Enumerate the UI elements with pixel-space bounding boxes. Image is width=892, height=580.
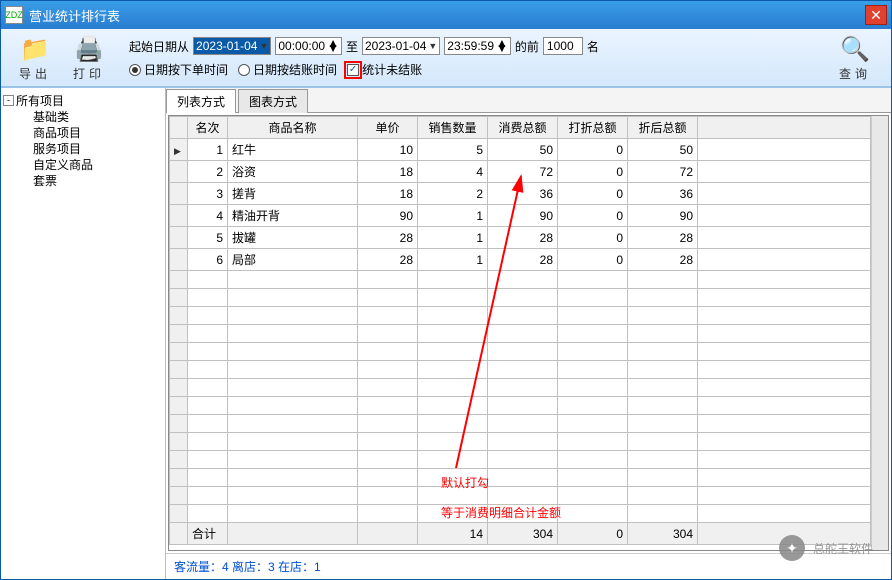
radio-icon bbox=[129, 64, 141, 76]
top-n-input[interactable]: 1000 bbox=[543, 37, 583, 55]
empty-row bbox=[170, 505, 871, 523]
titlebar: ZDZ 营业统计排行表 ✕ bbox=[1, 1, 891, 29]
tree-item[interactable]: 服务项目 bbox=[3, 141, 163, 157]
spinner-icon: ▲▼ bbox=[496, 41, 508, 51]
empty-row bbox=[170, 469, 871, 487]
tree-item[interactable]: 自定义商品 bbox=[3, 157, 163, 173]
window-title: 营业统计排行表 bbox=[29, 6, 865, 25]
tree-root[interactable]: - 所有项目 bbox=[3, 92, 163, 109]
category-tree: - 所有项目 基础类 商品项目 服务项目 自定义商品 套票 bbox=[1, 88, 166, 579]
empty-row bbox=[170, 289, 871, 307]
col-price[interactable]: 单价 bbox=[358, 117, 418, 139]
table-row[interactable]: 6 局部 28 1 28 0 28 bbox=[170, 249, 871, 271]
col-name[interactable]: 商品名称 bbox=[228, 117, 358, 139]
tree-item[interactable]: 基础类 bbox=[3, 109, 163, 125]
print-button[interactable]: 🖨️ 打印 bbox=[65, 31, 113, 84]
chevron-down-icon: ▼ bbox=[428, 41, 437, 51]
table-row[interactable]: 2 浴资 18 4 72 0 72 bbox=[170, 161, 871, 183]
col-total[interactable]: 消费总额 bbox=[488, 117, 558, 139]
date-to-label: 至 bbox=[346, 38, 358, 55]
table-row[interactable]: 1 红牛 10 5 50 0 50 bbox=[170, 139, 871, 161]
tab-list[interactable]: 列表方式 bbox=[166, 89, 236, 113]
date-from-label: 起始日期从 bbox=[129, 38, 189, 55]
table-row[interactable]: 5 拔罐 28 1 28 0 28 bbox=[170, 227, 871, 249]
empty-row bbox=[170, 487, 871, 505]
table-row[interactable]: 4 精油开背 90 1 90 0 90 bbox=[170, 205, 871, 227]
empty-row bbox=[170, 451, 871, 469]
col-qty[interactable]: 销售数量 bbox=[418, 117, 488, 139]
before-label: 的前 bbox=[515, 38, 539, 55]
date-from-picker[interactable]: 2023-01-04▼ bbox=[193, 37, 271, 55]
unit-label: 名 bbox=[587, 38, 599, 55]
app-icon: ZDZ bbox=[5, 6, 23, 24]
search-button[interactable]: 🔍 查询 bbox=[829, 31, 881, 84]
tree-item[interactable]: 套票 bbox=[3, 173, 163, 189]
export-button[interactable]: 📁 导出 bbox=[11, 31, 59, 84]
empty-row bbox=[170, 433, 871, 451]
folder-icon: 📁 bbox=[19, 33, 51, 65]
total-row: 合计 14 304 0 304 bbox=[170, 523, 871, 545]
close-button[interactable]: ✕ bbox=[865, 5, 887, 25]
col-rank[interactable]: 名次 bbox=[188, 117, 228, 139]
table-row[interactable]: 3 搓背 18 2 36 0 36 bbox=[170, 183, 871, 205]
toolbar: 📁 导出 🖨️ 打印 起始日期从 2023-01-04▼ 00:00:00▲▼ … bbox=[1, 29, 891, 87]
collapse-icon[interactable]: - bbox=[3, 95, 14, 106]
tabs: 列表方式 图表方式 bbox=[166, 88, 891, 113]
radio-order-time[interactable]: 日期按下单时间 bbox=[129, 61, 228, 78]
time-to-picker[interactable]: 23:59:59▲▼ bbox=[444, 37, 511, 55]
magnifier-icon: 🔍 bbox=[839, 33, 871, 65]
watermark: ✦ 总舵王软件 bbox=[779, 535, 873, 561]
empty-row bbox=[170, 361, 871, 379]
empty-row bbox=[170, 343, 871, 361]
radio-icon bbox=[238, 64, 250, 76]
data-table: 名次 商品名称 单价 销售数量 消费总额 打折总额 折后总额 1 红牛 10 5… bbox=[168, 115, 889, 551]
col-discount[interactable]: 打折总额 bbox=[558, 117, 628, 139]
checkbox-unsettled[interactable]: ✓ 统计未结账 bbox=[347, 61, 422, 78]
printer-icon: 🖨️ bbox=[73, 33, 105, 65]
filter-area: 起始日期从 2023-01-04▼ 00:00:00▲▼ 至 2023-01-0… bbox=[129, 37, 599, 78]
table-header-row: 名次 商品名称 单价 销售数量 消费总额 打折总额 折后总额 bbox=[170, 117, 871, 139]
tab-chart[interactable]: 图表方式 bbox=[238, 89, 308, 113]
spinner-icon: ▲▼ bbox=[327, 41, 339, 51]
checkbox-icon: ✓ bbox=[347, 64, 359, 76]
empty-row bbox=[170, 271, 871, 289]
col-after[interactable]: 折后总额 bbox=[628, 117, 698, 139]
empty-row bbox=[170, 415, 871, 433]
col-spacer bbox=[698, 117, 871, 139]
radio-checkout-time[interactable]: 日期按结账时间 bbox=[238, 61, 337, 78]
wechat-icon: ✦ bbox=[779, 535, 805, 561]
chevron-down-icon: ▼ bbox=[259, 41, 268, 51]
date-to-picker[interactable]: 2023-01-04▼ bbox=[362, 37, 440, 55]
empty-row bbox=[170, 379, 871, 397]
empty-row bbox=[170, 397, 871, 415]
tree-item[interactable]: 商品项目 bbox=[3, 125, 163, 141]
time-from-picker[interactable]: 00:00:00▲▼ bbox=[275, 37, 342, 55]
empty-row bbox=[170, 325, 871, 343]
empty-row bbox=[170, 307, 871, 325]
vertical-scrollbar[interactable] bbox=[871, 116, 888, 550]
row-indicator-header bbox=[170, 117, 188, 139]
